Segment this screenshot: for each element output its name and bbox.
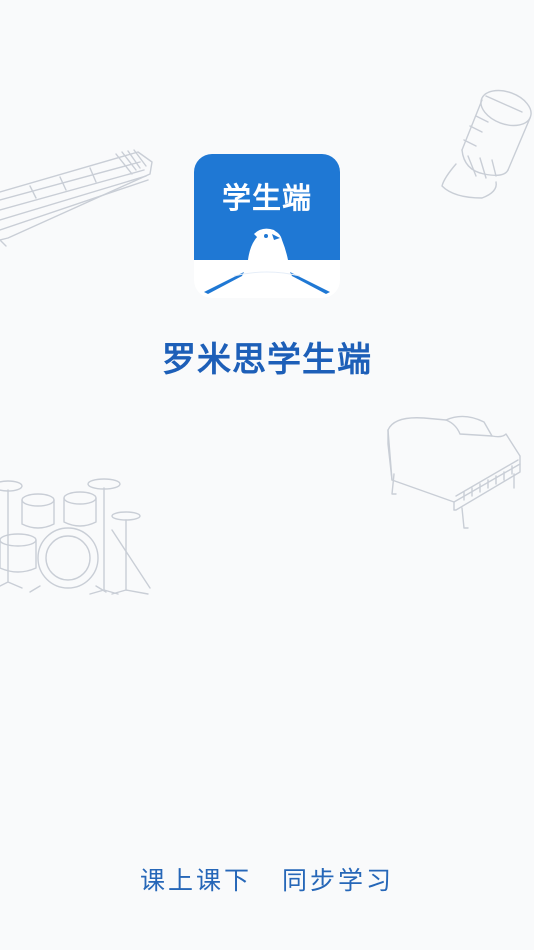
slogan: 课上课下 同步学习 [0,864,534,898]
app-icon: 学生端 [194,154,340,298]
slogan-left: 课上课下 [139,866,252,895]
eagle-logo-icon [204,228,330,294]
app-name-title: 罗米思学生端 [162,340,372,380]
grand-piano-icon [384,414,524,534]
drum-kit-icon [0,470,160,600]
hand-drum-icon [424,86,534,206]
guzheng-icon [0,140,160,250]
slogan-right: 同步学习 [282,866,395,895]
splash-screen: 学生端 罗米思学生端 课上课下 同步学习 [0,0,534,950]
